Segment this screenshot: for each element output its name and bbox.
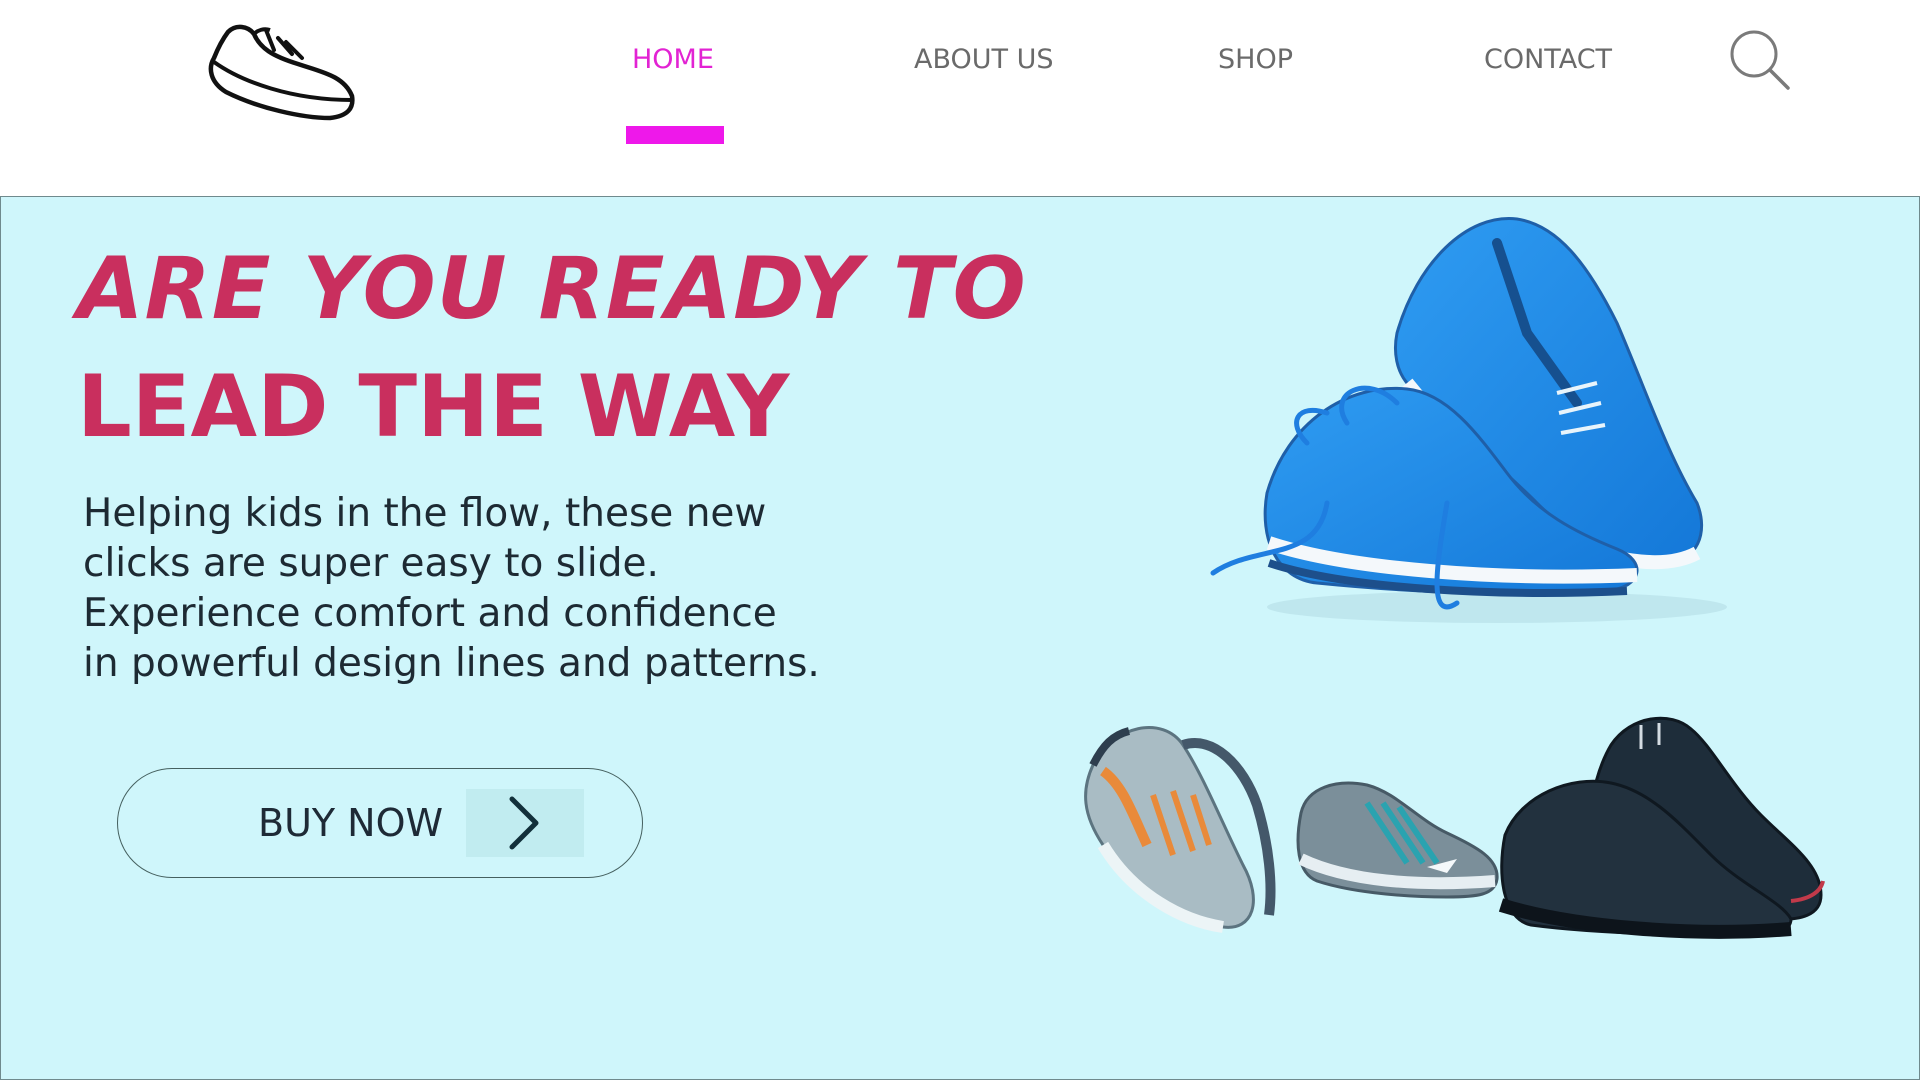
description-line: clicks are super easy to slide. — [83, 541, 659, 586]
buy-now-button[interactable]: BUY NOW — [117, 768, 643, 878]
buy-now-label: BUY NOW — [258, 801, 444, 845]
active-nav-underline — [626, 126, 724, 144]
hero-description: Helping kids in the flow, these new clic… — [83, 489, 863, 689]
nav-shop[interactable]: SHOP — [1218, 44, 1293, 80]
hero-headline-line2: LEAD THE WAY — [77, 357, 790, 457]
description-line: Experience comfort and confidence — [83, 591, 777, 636]
grey-teal-sneaker-image — [1296, 781, 1499, 899]
hero-section: ARE YOU READY TO LEAD THE WAY Helping ki… — [0, 196, 1920, 1080]
site-header: HOME ABOUT US SHOP CONTACT — [0, 0, 1920, 196]
chevron-right-icon — [509, 796, 539, 850]
nav-contact[interactable]: CONTACT — [1484, 44, 1612, 80]
description-line: Helping kids in the flow, these new — [83, 491, 767, 536]
sneaker-logo-icon[interactable] — [202, 18, 358, 126]
nav-about-us[interactable]: ABOUT US — [914, 44, 1054, 80]
blue-running-shoes-image — [1210, 217, 1727, 623]
hero-headline-line1: ARE YOU READY TO — [77, 239, 1027, 339]
grey-orange-sneakers-image — [1084, 726, 1276, 933]
nav-home[interactable]: HOME — [632, 44, 714, 80]
black-sneakers-image — [1498, 716, 1825, 939]
buy-now-arrow-box[interactable] — [466, 789, 584, 857]
search-icon[interactable] — [1728, 28, 1794, 94]
description-line: in powerful design lines and patterns. — [83, 641, 820, 686]
